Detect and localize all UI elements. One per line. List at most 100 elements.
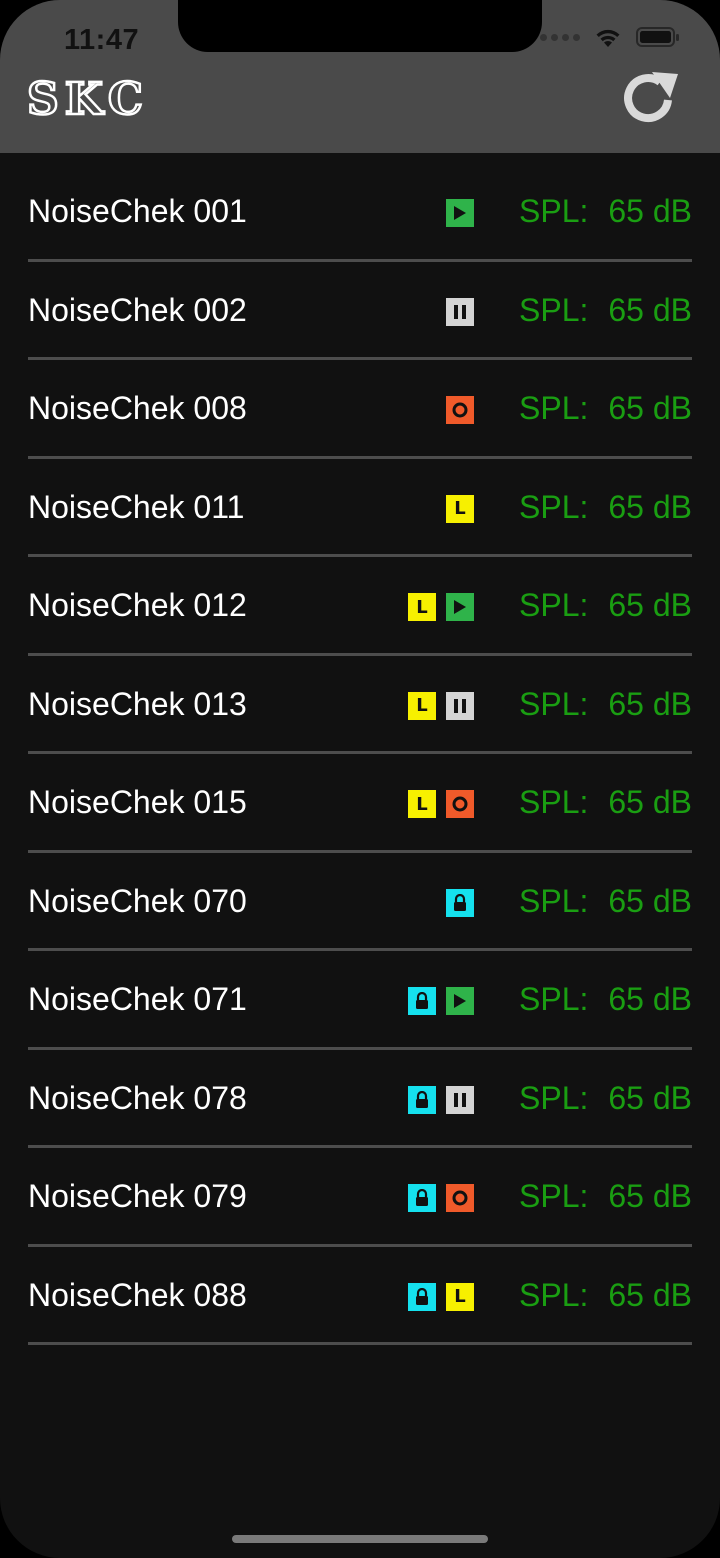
play-badge-icon <box>446 593 474 621</box>
cellular-signal-icon <box>540 33 580 41</box>
spl-label: SPL: <box>519 784 589 820</box>
lock-badge-icon <box>408 1184 436 1212</box>
spl-label: SPL: <box>519 488 589 525</box>
device-row[interactable]: NoiseChek 012 L SPL: 65 dB <box>28 557 692 656</box>
lock-badge-icon <box>408 987 436 1015</box>
level-badge-icon: L <box>446 1282 474 1311</box>
device-row[interactable]: NoiseChek 071 SPL: 65 dB <box>28 951 692 1050</box>
lock-badge-icon <box>408 1282 436 1311</box>
device-status-badges: L <box>408 790 474 818</box>
lock-badge-icon <box>446 888 474 917</box>
pause-badge-icon <box>446 691 474 720</box>
spl-label: SPL: <box>519 291 589 328</box>
spl-label: SPL: <box>519 882 589 919</box>
spl-value: 65 dB <box>608 488 692 525</box>
lock-badge-icon <box>408 1085 436 1114</box>
home-indicator[interactable] <box>232 1535 488 1543</box>
device-name: NoiseChek 012 <box>28 587 247 623</box>
device-row[interactable]: NoiseChek 001 SPL: 65 dB <box>28 163 692 262</box>
spl-value: 65 dB <box>608 882 692 919</box>
level-badge-icon: L <box>408 691 436 720</box>
battery-icon <box>636 26 680 48</box>
device-name: NoiseChek 002 <box>28 291 247 328</box>
device-status-badges <box>446 888 474 917</box>
spl-readout: SPL: 65 dB <box>519 1277 692 1314</box>
device-status-badges <box>408 1184 474 1212</box>
level-badge-icon: L <box>408 593 436 621</box>
svg-text:SKC: SKC <box>27 78 149 120</box>
spl-label: SPL: <box>519 587 589 623</box>
spl-readout: SPL: 65 dB <box>519 1178 692 1215</box>
device-status-badges: L <box>408 691 474 720</box>
skc-logo: SKC <box>26 73 197 127</box>
device-row[interactable]: NoiseChek 070 SPL: 65 dB <box>28 853 692 951</box>
record-badge-icon <box>446 790 474 818</box>
spl-readout: SPL: 65 dB <box>519 784 692 821</box>
spl-value: 65 dB <box>608 390 692 426</box>
refresh-icon <box>624 72 678 123</box>
spl-readout: SPL: 65 dB <box>519 1080 692 1117</box>
device-name: NoiseChek 015 <box>28 784 247 820</box>
device-name: NoiseChek 078 <box>28 1079 247 1116</box>
spl-readout: SPL: 65 dB <box>519 193 692 230</box>
spl-value: 65 dB <box>608 1079 692 1116</box>
spl-value: 65 dB <box>608 291 692 328</box>
device-row[interactable]: NoiseChek 013 L SPL: 65 dB <box>28 656 692 754</box>
app-header: 11:47 SKC <box>0 0 720 153</box>
device-status-badges: L <box>408 593 474 621</box>
device-row[interactable]: NoiseChek 002 SPL: 65 dB <box>28 262 692 360</box>
record-badge-icon <box>446 396 474 424</box>
pause-badge-icon <box>446 297 474 326</box>
spl-readout: SPL: 65 dB <box>519 489 692 526</box>
spl-label: SPL: <box>519 1276 589 1313</box>
device-row[interactable]: NoiseChek 078 SPL: 65 dB <box>28 1050 692 1148</box>
spl-readout: SPL: 65 dB <box>519 390 692 427</box>
spl-readout: SPL: 65 dB <box>519 292 692 329</box>
device-name: NoiseChek 001 <box>28 193 247 229</box>
pause-badge-icon <box>446 1085 474 1114</box>
spl-readout: SPL: 65 dB <box>519 883 692 920</box>
device-name: NoiseChek 013 <box>28 685 247 722</box>
spl-label: SPL: <box>519 685 589 722</box>
device-notch <box>178 0 542 52</box>
device-status-badges: L <box>446 494 474 523</box>
spl-label: SPL: <box>519 981 589 1017</box>
level-badge-icon: L <box>446 494 474 523</box>
spl-readout: SPL: 65 dB <box>519 981 692 1018</box>
device-name: NoiseChek 070 <box>28 882 247 919</box>
spl-value: 65 dB <box>608 1178 692 1214</box>
spl-value: 65 dB <box>608 685 692 722</box>
app-screen: 11:47 SKC NoiseChek 001 SPL: 65 dB Noise… <box>0 0 720 1558</box>
play-badge-icon <box>446 199 474 227</box>
device-status-badges <box>408 1085 474 1114</box>
spl-label: SPL: <box>519 390 589 426</box>
device-name: NoiseChek 071 <box>28 981 247 1017</box>
wifi-icon <box>594 26 622 48</box>
spl-value: 65 dB <box>608 981 692 1017</box>
device-name: NoiseChek 088 <box>28 1276 247 1313</box>
refresh-button[interactable] <box>620 68 680 128</box>
spl-readout: SPL: 65 dB <box>519 686 692 723</box>
status-icons <box>540 26 680 48</box>
device-status-badges <box>408 987 474 1015</box>
spl-readout: SPL: 65 dB <box>519 587 692 624</box>
spl-label: SPL: <box>519 193 589 229</box>
spl-value: 65 dB <box>608 587 692 623</box>
device-row[interactable]: NoiseChek 008 SPL: 65 dB <box>28 360 692 459</box>
device-row[interactable]: NoiseChek 088 L SPL: 65 dB <box>28 1247 692 1345</box>
spl-value: 65 dB <box>608 1276 692 1313</box>
device-name: NoiseChek 079 <box>28 1178 247 1214</box>
device-status-badges: L <box>408 1282 474 1311</box>
device-row[interactable]: NoiseChek 079 SPL: 65 dB <box>28 1148 692 1247</box>
status-time: 11:47 <box>64 24 140 56</box>
spl-value: 65 dB <box>608 784 692 820</box>
device-row[interactable]: NoiseChek 011 L SPL: 65 dB <box>28 459 692 557</box>
level-badge-icon: L <box>408 790 436 818</box>
play-badge-icon <box>446 987 474 1015</box>
device-row[interactable]: NoiseChek 015 L SPL: 65 dB <box>28 754 692 853</box>
device-name: NoiseChek 011 <box>28 488 245 525</box>
device-status-badges <box>446 199 474 227</box>
spl-value: 65 dB <box>608 193 692 229</box>
device-name: NoiseChek 008 <box>28 390 247 426</box>
spl-label: SPL: <box>519 1178 589 1214</box>
